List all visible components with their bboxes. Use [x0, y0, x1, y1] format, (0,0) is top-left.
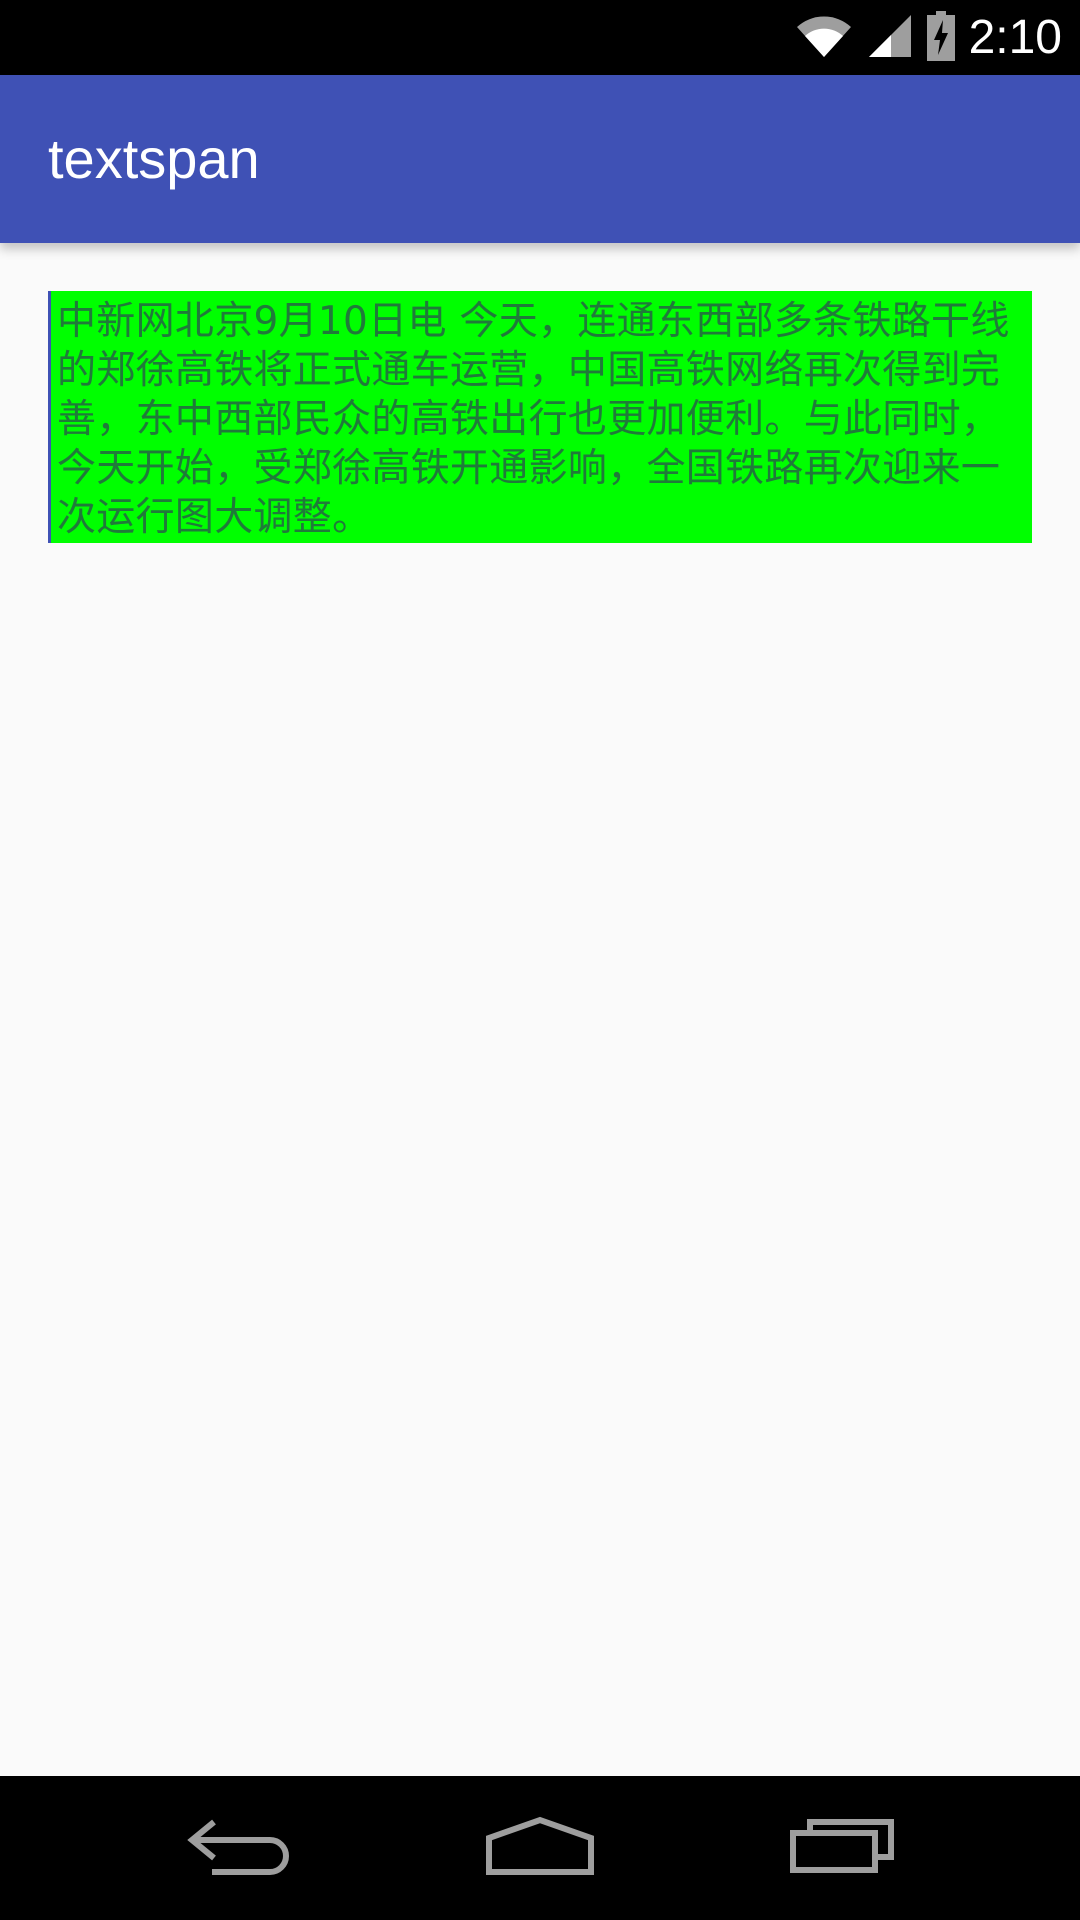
navigation-bar	[0, 1776, 1080, 1920]
recents-button[interactable]	[752, 1776, 932, 1920]
home-icon	[485, 1816, 595, 1880]
back-button[interactable]	[148, 1776, 328, 1920]
signal-icon	[867, 13, 913, 63]
status-icons: 2:10	[795, 0, 1062, 75]
back-icon	[186, 1816, 290, 1880]
recents-icon	[790, 1819, 894, 1877]
app-title: textspan	[48, 127, 260, 190]
home-button[interactable]	[450, 1776, 630, 1920]
content-area: 中新网北京9月10日电 今天，连通东西部多条铁路干线的郑徐高铁将正式通车运营，中…	[0, 243, 1080, 1776]
news-text-span: 中新网北京9月10日电 今天，连通东西部多条铁路干线的郑徐高铁将正式通车运营，中…	[48, 291, 1032, 543]
screen: 2:10 textspan 中新网北京9月10日电 今天，连通东西部多条铁路干线…	[0, 0, 1080, 1920]
battery-charging-icon	[926, 10, 955, 65]
wifi-icon	[795, 13, 853, 63]
status-bar: 2:10	[0, 0, 1080, 75]
status-time: 2:10	[968, 11, 1062, 64]
app-bar: textspan	[0, 75, 1080, 243]
